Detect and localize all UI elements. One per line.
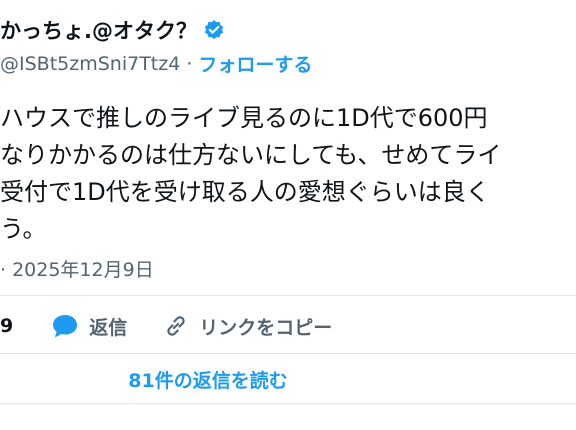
verified-badge-icon <box>203 19 225 41</box>
author-display-name[interactable]: かっちょ.@オタク？ <box>0 15 197 45</box>
reply-bubble-icon <box>53 315 78 338</box>
tweet-text: ハウスで推しのライブ見るのに1D代で600円 なりかかるのは仕方ないにしても、せ… <box>0 100 501 248</box>
read-replies-link[interactable]: 81件の返信を読む <box>128 366 287 393</box>
tweet-line: 受付で1D代を受け取る人の愛想ぐらいは良く <box>0 178 490 206</box>
copy-link-label: リンクをコピー <box>199 316 333 339</box>
separator-dot: · <box>186 52 193 75</box>
divider <box>0 403 576 404</box>
divider <box>0 295 576 296</box>
tweet-line: なりかかるのは仕方ないにしても、せめてライ <box>0 141 502 169</box>
like-count[interactable]: 9 <box>0 315 13 337</box>
read-replies-container: 81件の返信を読む <box>0 358 576 400</box>
tweet-line: ハウスで推しのライブ見るのに1D代で600円 <box>0 104 488 132</box>
follow-button[interactable]: フォローする <box>198 50 312 77</box>
reply-label: 返信 <box>89 316 128 339</box>
tweet-timestamp[interactable]: · 2025年12月9日 <box>0 255 154 282</box>
author-handle[interactable]: @ISBt5zmSni7Ttz4 <box>0 53 180 75</box>
author-handle-row: @ISBt5zmSni7Ttz4 · フォローする <box>0 50 312 77</box>
copy-link-button[interactable]: リンクをコピー <box>163 313 332 340</box>
action-bar: 9 返信 リンクをコピー <box>0 306 332 346</box>
divider <box>0 353 576 354</box>
author-name-row: かっちょ.@オタク？ <box>0 14 225 46</box>
tweet-header: かっちょ.@オタク？ <box>0 14 225 46</box>
tweet-line: う。 <box>0 215 47 243</box>
link-icon <box>167 316 185 336</box>
reply-button[interactable]: 返信 <box>51 313 127 340</box>
